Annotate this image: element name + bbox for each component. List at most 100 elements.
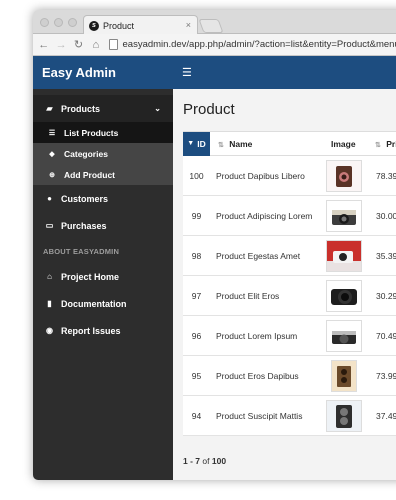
camera-image-icon [326, 160, 361, 191]
table-row[interactable]: 94 Product Suscipit Mattis 37.49 [183, 396, 396, 436]
sidebar-item-project-home[interactable]: ⌂ Project Home [33, 263, 173, 290]
browser-window: s Product × ← → ↻ ⌂ easyadmin.dev/app.ph… [33, 10, 396, 480]
shopping-basket-icon: ▰ [46, 104, 53, 113]
sidebar-item-report-issues[interactable]: ◉ Report Issues [33, 317, 173, 344]
sort-desc-icon: ▼ [187, 140, 195, 147]
menu-toggle-icon[interactable]: ☰ [182, 66, 192, 79]
column-header-price[interactable]: ⇅ Pri [361, 139, 396, 149]
pager-total: 100 [211, 456, 227, 466]
symfony-icon: s [89, 20, 99, 31]
cell-image [317, 279, 370, 312]
forward-icon[interactable]: → [54, 39, 67, 51]
product-thumbnail[interactable] [325, 159, 362, 192]
home-icon: ⌂ [47, 272, 52, 281]
cell-image [317, 319, 370, 352]
sidebar-item-label: Customers [61, 193, 109, 204]
product-thumbnail[interactable] [330, 359, 357, 392]
table-row[interactable]: 100 Product Dapibus Libero 78.39 [183, 156, 396, 196]
table-row[interactable]: 96 Product Lorem Ipsum 70.49 [183, 316, 396, 356]
new-tab-button[interactable] [198, 19, 224, 33]
camera-image-icon [331, 360, 356, 391]
back-icon[interactable]: ← [37, 39, 50, 51]
window-controls [40, 18, 77, 27]
column-header-id[interactable]: ▼ ID [183, 131, 210, 156]
cell-image [317, 359, 370, 392]
book-icon: ▮ [47, 299, 52, 308]
cell-price: 35.39 [376, 250, 396, 261]
cell-price: 30.00 [376, 210, 396, 221]
chevron-down-icon: ⌄ [154, 104, 161, 113]
sidebar-item-purchases[interactable]: ▭ Purchases [33, 212, 173, 239]
sidebar-item-label: List Products [64, 127, 119, 138]
product-thumbnail[interactable] [325, 279, 362, 312]
minimize-window-button[interactable] [54, 18, 63, 27]
credit-card-icon: ▭ [45, 221, 54, 230]
cell-name: Product Eros Dapibus [216, 370, 299, 381]
brand-logo[interactable]: Easy Admin [33, 56, 173, 89]
users-icon: ● [47, 194, 52, 203]
camera-image-icon [326, 400, 361, 431]
cell-image [317, 399, 370, 432]
product-thumbnail[interactable] [325, 399, 362, 432]
product-thumbnail[interactable] [325, 239, 362, 272]
product-thumbnail[interactable] [325, 199, 362, 232]
reload-icon[interactable]: ↻ [72, 38, 85, 51]
browser-tab[interactable]: s Product × [83, 15, 198, 35]
sidebar-item-categories[interactable]: ◆ Categories [33, 143, 173, 164]
table-row[interactable]: 97 Product Elit Eros 30.29 [183, 276, 396, 316]
sidebar-section-heading: ABOUT EASYADMIN [43, 246, 120, 256]
cell-image [317, 239, 370, 272]
sidebar-item-customers[interactable]: ● Customers [33, 185, 173, 212]
table-row[interactable]: 99 Product Adipiscing Lorem 30.00 [183, 196, 396, 236]
sidebar-item-products[interactable]: ▰ Products ⌄ [33, 95, 173, 122]
list-icon: ☰ [48, 129, 56, 137]
cell-price: 30.29 [376, 290, 396, 301]
products-table: ▼ ID ⇅ Name Image ⇅ Pri 100 Product Dapi… [183, 131, 396, 436]
home-icon[interactable]: ⌂ [89, 39, 102, 51]
cell-name: Product Adipiscing Lorem [216, 210, 313, 221]
main-content: Product ▼ ID ⇅ Name Image ⇅ Pri 100 [173, 89, 396, 480]
maximize-window-button[interactable] [68, 18, 77, 27]
tab-close-icon[interactable]: × [186, 20, 191, 30]
products-submenu: ☰ List Products ◆ Categories ⊕ Add Produ… [33, 122, 173, 185]
cell-price: 70.49 [376, 330, 396, 341]
close-window-button[interactable] [40, 18, 49, 27]
sort-icon: ⇅ [375, 141, 381, 149]
sidebar-item-label: Project Home [61, 271, 120, 282]
tag-icon: ◆ [49, 150, 55, 158]
cell-id: 96 [191, 330, 202, 341]
sidebar: Easy Admin ▰ Products ⌄ ☰ List Products … [33, 56, 173, 480]
column-header-name[interactable]: ⇅ Name [210, 139, 317, 149]
cell-name: Product Egestas Amet [216, 250, 301, 261]
cell-name: Product Lorem Ipsum [216, 330, 298, 341]
pager-of: of [202, 456, 210, 466]
cell-name: Product Dapibus Libero [216, 170, 305, 181]
sidebar-item-label: Products [61, 103, 101, 114]
table-row[interactable]: 95 Product Eros Dapibus 73.99 [183, 356, 396, 396]
sidebar-item-add-product[interactable]: ⊕ Add Product [33, 164, 173, 185]
plus-circle-icon: ⊕ [49, 171, 55, 179]
cell-price: 73.99 [376, 370, 396, 381]
cell-image [317, 199, 370, 232]
cell-price: 37.49 [376, 410, 396, 421]
sidebar-item-label: Documentation [61, 298, 127, 309]
cell-image [317, 159, 370, 192]
page-icon [108, 39, 118, 50]
camera-image-icon [326, 320, 361, 351]
url-text: easyadmin.dev/app.php/admin/?action=list… [122, 39, 396, 50]
cell-id: 94 [191, 410, 202, 421]
sidebar-item-list-products[interactable]: ☰ List Products [33, 122, 173, 143]
url-field[interactable]: easyadmin.dev/app.php/admin/?action=list… [108, 39, 396, 50]
pagination-summary: 1 - 7 of 100 [183, 456, 226, 466]
tab-bar: s Product × [33, 10, 396, 35]
sidebar-item-label: Add Product [64, 169, 115, 180]
cell-id: 95 [191, 370, 202, 381]
tab-title: Product [103, 20, 135, 31]
top-navbar: ☰ [173, 56, 396, 89]
product-thumbnail[interactable] [325, 319, 362, 352]
sidebar-item-documentation[interactable]: ▮ Documentation [33, 290, 173, 317]
camera-image-icon [326, 240, 361, 271]
cell-name: Product Suscipit Mattis [216, 410, 303, 421]
table-row[interactable]: 98 Product Egestas Amet 35.39 [183, 236, 396, 276]
cell-price: 78.39 [376, 170, 396, 181]
